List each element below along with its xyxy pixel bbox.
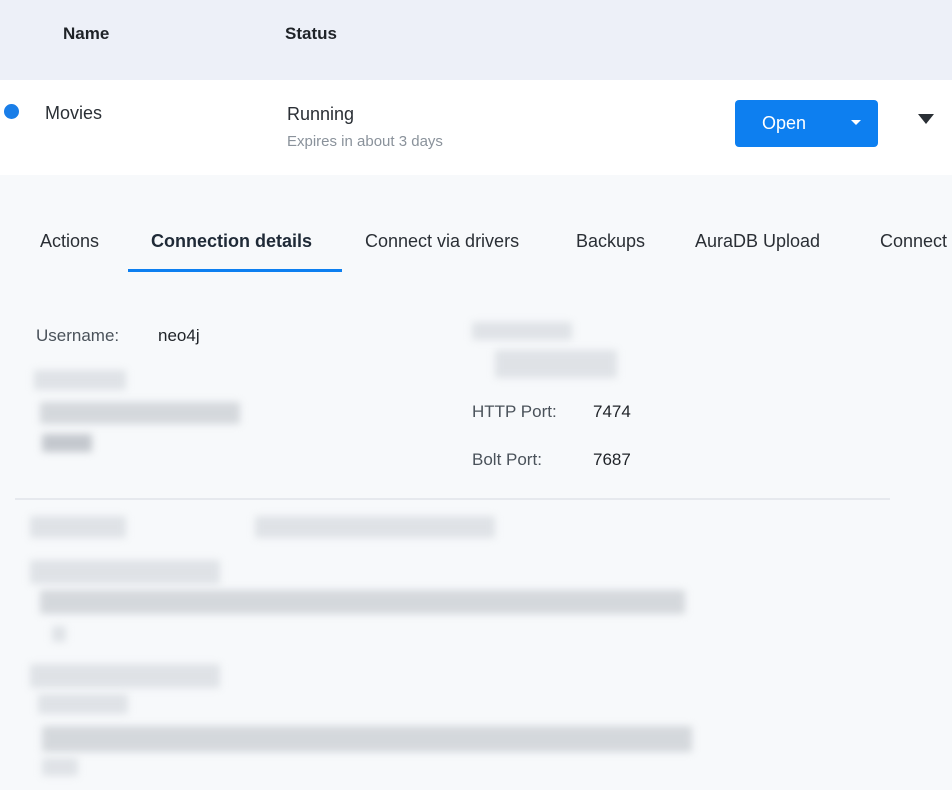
open-button-label: Open xyxy=(762,113,807,133)
redacted-field xyxy=(472,322,572,340)
section-divider xyxy=(15,498,890,500)
bolt-port-label: Bolt Port: xyxy=(472,450,542,469)
table-header: Name Status xyxy=(0,0,952,80)
active-tab-indicator xyxy=(128,269,342,272)
tab-backups[interactable]: Backups xyxy=(576,231,645,252)
database-status: Running xyxy=(287,104,355,124)
detail-tabs: Actions Connection details Connect via d… xyxy=(0,210,952,275)
column-header-name: Name xyxy=(63,24,110,43)
redacted-field xyxy=(42,726,692,752)
bolt-port-value: 7687 xyxy=(593,450,631,469)
tab-connect[interactable]: Connect xyxy=(880,231,947,252)
redacted-field xyxy=(34,370,126,390)
redacted-field xyxy=(40,590,685,614)
expand-toggle-caret-icon[interactable] xyxy=(918,114,934,124)
tab-connection-details[interactable]: Connection details xyxy=(151,231,312,252)
http-port-value: 7474 xyxy=(593,402,631,421)
username-value: neo4j xyxy=(158,326,200,345)
open-dropdown-caret-icon[interactable] xyxy=(851,120,861,125)
http-port-label: HTTP Port: xyxy=(472,402,557,421)
redacted-field xyxy=(30,664,220,688)
redacted-field xyxy=(52,626,66,642)
tab-connect-via-drivers[interactable]: Connect via drivers xyxy=(365,231,519,252)
redacted-field xyxy=(495,350,617,378)
redacted-field xyxy=(40,402,240,424)
redacted-field xyxy=(30,560,220,584)
redacted-field xyxy=(42,758,78,776)
tab-auradb-upload[interactable]: AuraDB Upload xyxy=(695,231,820,252)
database-name: Movies xyxy=(45,103,103,123)
username-label: Username: xyxy=(36,326,120,345)
database-expiry: Expires in about 3 days xyxy=(287,133,443,150)
status-dot-icon xyxy=(4,104,19,119)
open-button[interactable]: Open xyxy=(735,100,878,147)
tab-actions[interactable]: Actions xyxy=(40,231,99,252)
redacted-field xyxy=(42,434,92,452)
redacted-field xyxy=(38,694,128,714)
column-header-status: Status xyxy=(285,24,337,43)
redacted-field xyxy=(255,516,495,538)
table-row[interactable]: Movies Running Expires in about 3 days O… xyxy=(0,80,952,175)
redacted-field xyxy=(30,516,126,538)
